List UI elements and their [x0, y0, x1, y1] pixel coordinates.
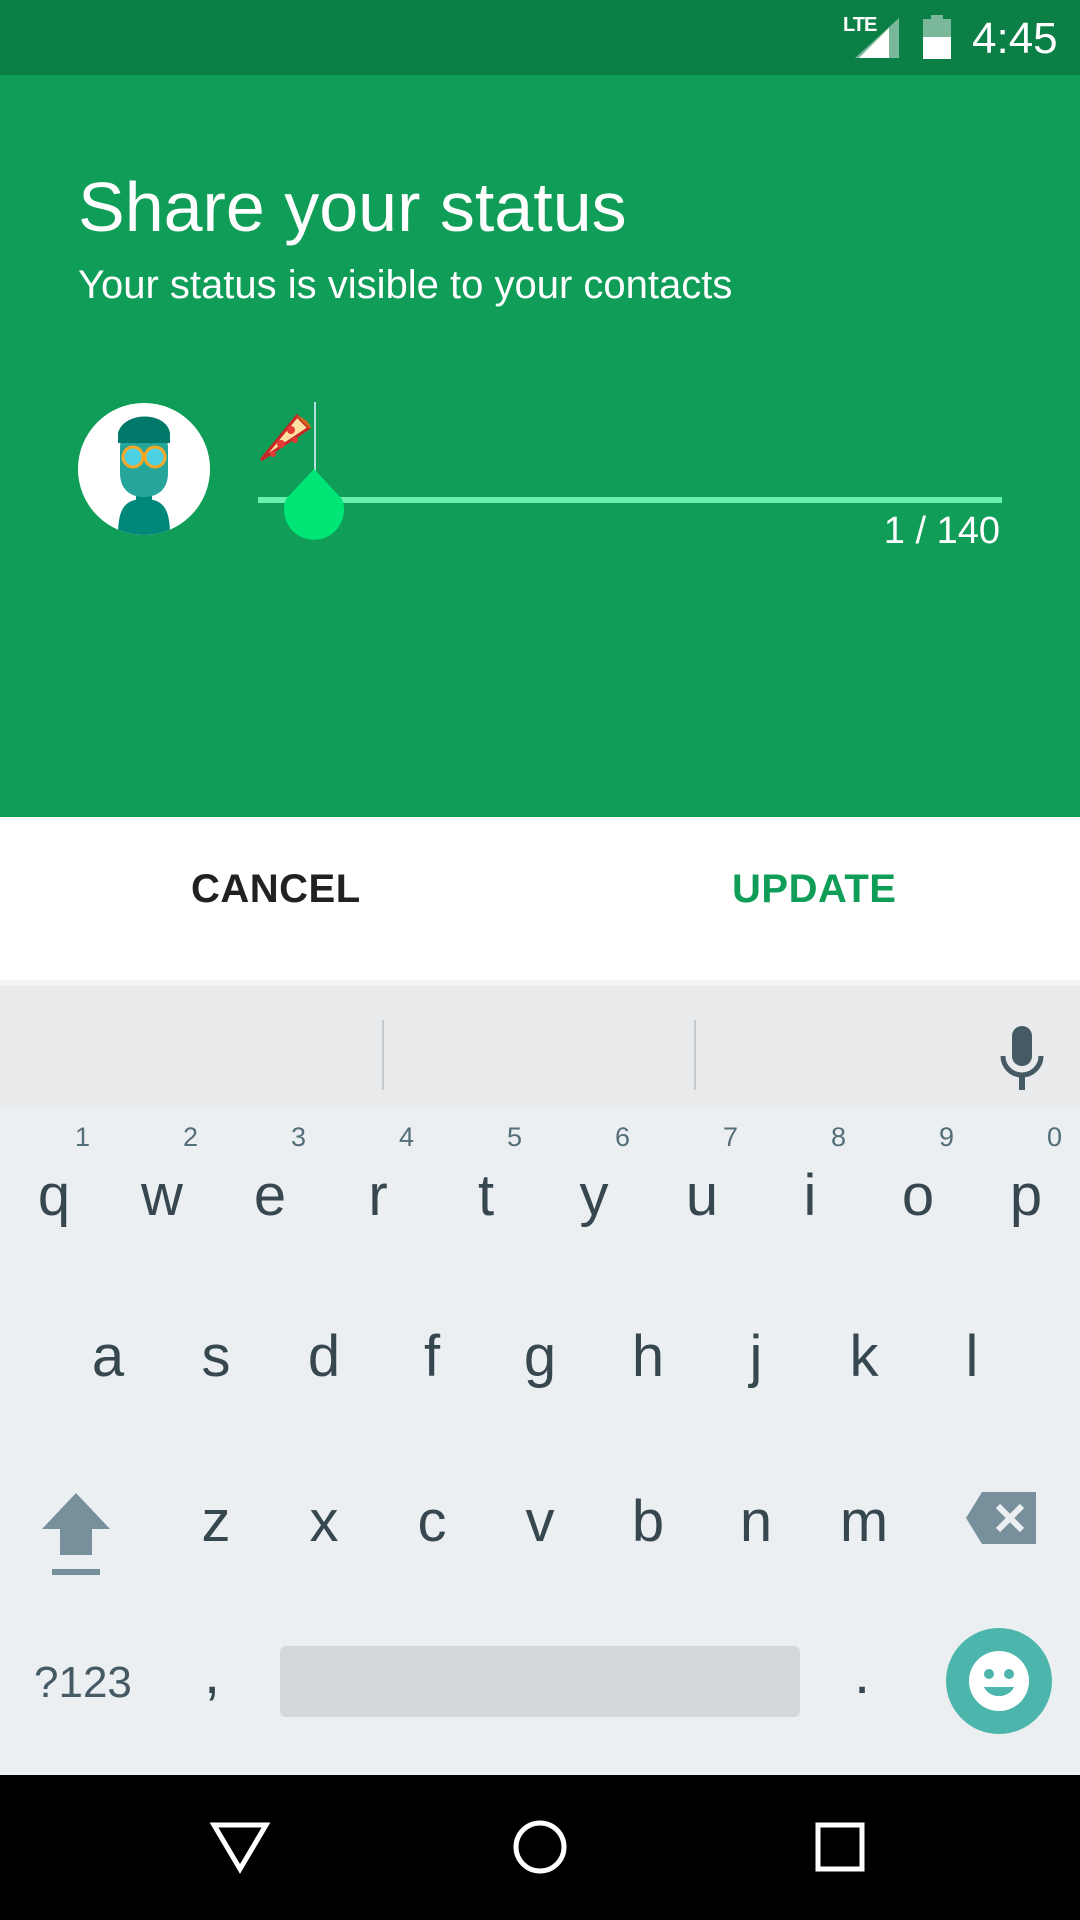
key-label: f	[423, 1324, 441, 1389]
key-e[interactable]: 3e	[220, 1122, 320, 1242]
signal-icon	[855, 18, 899, 58]
key-label: w	[141, 1163, 183, 1228]
smiley-icon	[969, 1651, 1029, 1711]
key-label: e	[253, 1163, 287, 1228]
key-label: a	[91, 1324, 125, 1389]
key-number-hint: 5	[506, 1122, 522, 1152]
key-v[interactable]: v	[490, 1448, 590, 1568]
page-title: Share your status	[78, 168, 627, 246]
comma-key[interactable]: ,	[204, 1640, 220, 1707]
avatar[interactable]	[78, 403, 210, 535]
key-r[interactable]: 4r	[328, 1122, 428, 1242]
key-u[interactable]: 7u	[652, 1122, 752, 1242]
key-k[interactable]: k	[814, 1283, 914, 1403]
key-l[interactable]: l	[922, 1283, 1022, 1403]
suggestion-divider	[694, 1020, 696, 1090]
key-d[interactable]: d	[274, 1283, 374, 1403]
key-label: r	[368, 1163, 388, 1228]
cursor-handle[interactable]	[282, 469, 346, 541]
page-subtitle: Your status is visible to your contacts	[78, 263, 733, 307]
key-number-hint: 6	[614, 1122, 630, 1152]
symbols-key[interactable]: ?123	[34, 1658, 132, 1708]
key-label: h	[631, 1324, 665, 1389]
key-number-hint: 9	[938, 1122, 954, 1152]
key-i[interactable]: 8i	[760, 1122, 860, 1242]
emoji-button[interactable]	[946, 1628, 1052, 1734]
key-j[interactable]: j	[706, 1283, 806, 1403]
status-input[interactable]	[258, 497, 1002, 503]
battery-icon	[923, 15, 951, 59]
avatar-illustration	[78, 403, 210, 535]
key-t[interactable]: 5t	[436, 1122, 536, 1242]
key-number-hint: 1	[74, 1122, 90, 1152]
cancel-button[interactable]: CANCEL	[191, 867, 361, 912]
key-label: z	[201, 1489, 231, 1554]
key-label: v	[525, 1489, 555, 1554]
key-n[interactable]: n	[706, 1448, 806, 1568]
key-label: b	[631, 1489, 665, 1554]
key-a[interactable]: a	[58, 1283, 158, 1403]
pizza-emoji-icon	[259, 413, 312, 462]
key-c[interactable]: c	[382, 1448, 482, 1568]
key-y[interactable]: 6y	[544, 1122, 644, 1242]
update-button[interactable]: UPDATE	[732, 867, 896, 912]
space-bar[interactable]	[280, 1646, 800, 1717]
key-label: d	[307, 1324, 341, 1389]
back-icon[interactable]	[208, 1815, 272, 1879]
key-number-hint: 8	[830, 1122, 846, 1152]
key-s[interactable]: s	[166, 1283, 266, 1403]
key-label: y	[579, 1163, 609, 1228]
key-label: g	[523, 1324, 557, 1389]
key-label: o	[901, 1163, 935, 1228]
key-q[interactable]: 1q	[4, 1122, 104, 1242]
key-p[interactable]: 0p	[976, 1122, 1076, 1242]
key-x[interactable]: x	[274, 1448, 374, 1568]
navigation-bar	[0, 1775, 1080, 1920]
microphone-icon[interactable]	[999, 1026, 1045, 1096]
keyboard: 1q2w3e4r5t6y7u8i9o0p asdfghjkl zxcvbnm ?…	[0, 980, 1080, 1775]
key-g[interactable]: g	[490, 1283, 590, 1403]
recents-icon[interactable]	[812, 1815, 868, 1879]
key-b[interactable]: b	[598, 1448, 698, 1568]
key-number-hint: 3	[290, 1122, 306, 1152]
status-bar: LTE 4:45	[0, 0, 1080, 75]
key-label: n	[739, 1489, 773, 1554]
character-counter: 1 / 140	[883, 510, 1000, 552]
key-f[interactable]: f	[382, 1283, 482, 1403]
key-label: t	[477, 1163, 495, 1228]
dialog-actions: CANCEL UPDATE	[0, 817, 1080, 980]
key-label: i	[803, 1163, 817, 1228]
key-number-hint: 7	[722, 1122, 738, 1152]
key-label: x	[309, 1489, 339, 1554]
key-label: q	[37, 1163, 71, 1228]
key-label: s	[201, 1324, 231, 1389]
key-number-hint: 0	[1046, 1122, 1062, 1152]
period-key[interactable]: .	[854, 1640, 870, 1707]
key-label: l	[965, 1324, 979, 1389]
key-h[interactable]: h	[598, 1283, 698, 1403]
key-label: m	[839, 1489, 889, 1554]
suggestion-strip	[0, 980, 1080, 1106]
backspace-icon[interactable]	[964, 1488, 1040, 1548]
status-editor-header: Share your status Your status is visible…	[0, 75, 1080, 817]
shift-icon[interactable]	[36, 1485, 116, 1580]
key-z[interactable]: z	[166, 1448, 266, 1568]
suggestion-divider	[382, 1020, 384, 1090]
clock: 4:45	[972, 14, 1058, 63]
key-label: p	[1009, 1163, 1043, 1228]
home-icon[interactable]	[510, 1815, 570, 1879]
key-m[interactable]: m	[814, 1448, 914, 1568]
key-o[interactable]: 9o	[868, 1122, 968, 1242]
key-w[interactable]: 2w	[112, 1122, 212, 1242]
key-label: u	[685, 1163, 719, 1228]
key-label: c	[417, 1489, 447, 1554]
key-label: j	[749, 1324, 763, 1389]
key-number-hint: 4	[398, 1122, 414, 1152]
key-number-hint: 2	[182, 1122, 198, 1152]
key-label: k	[849, 1324, 879, 1389]
